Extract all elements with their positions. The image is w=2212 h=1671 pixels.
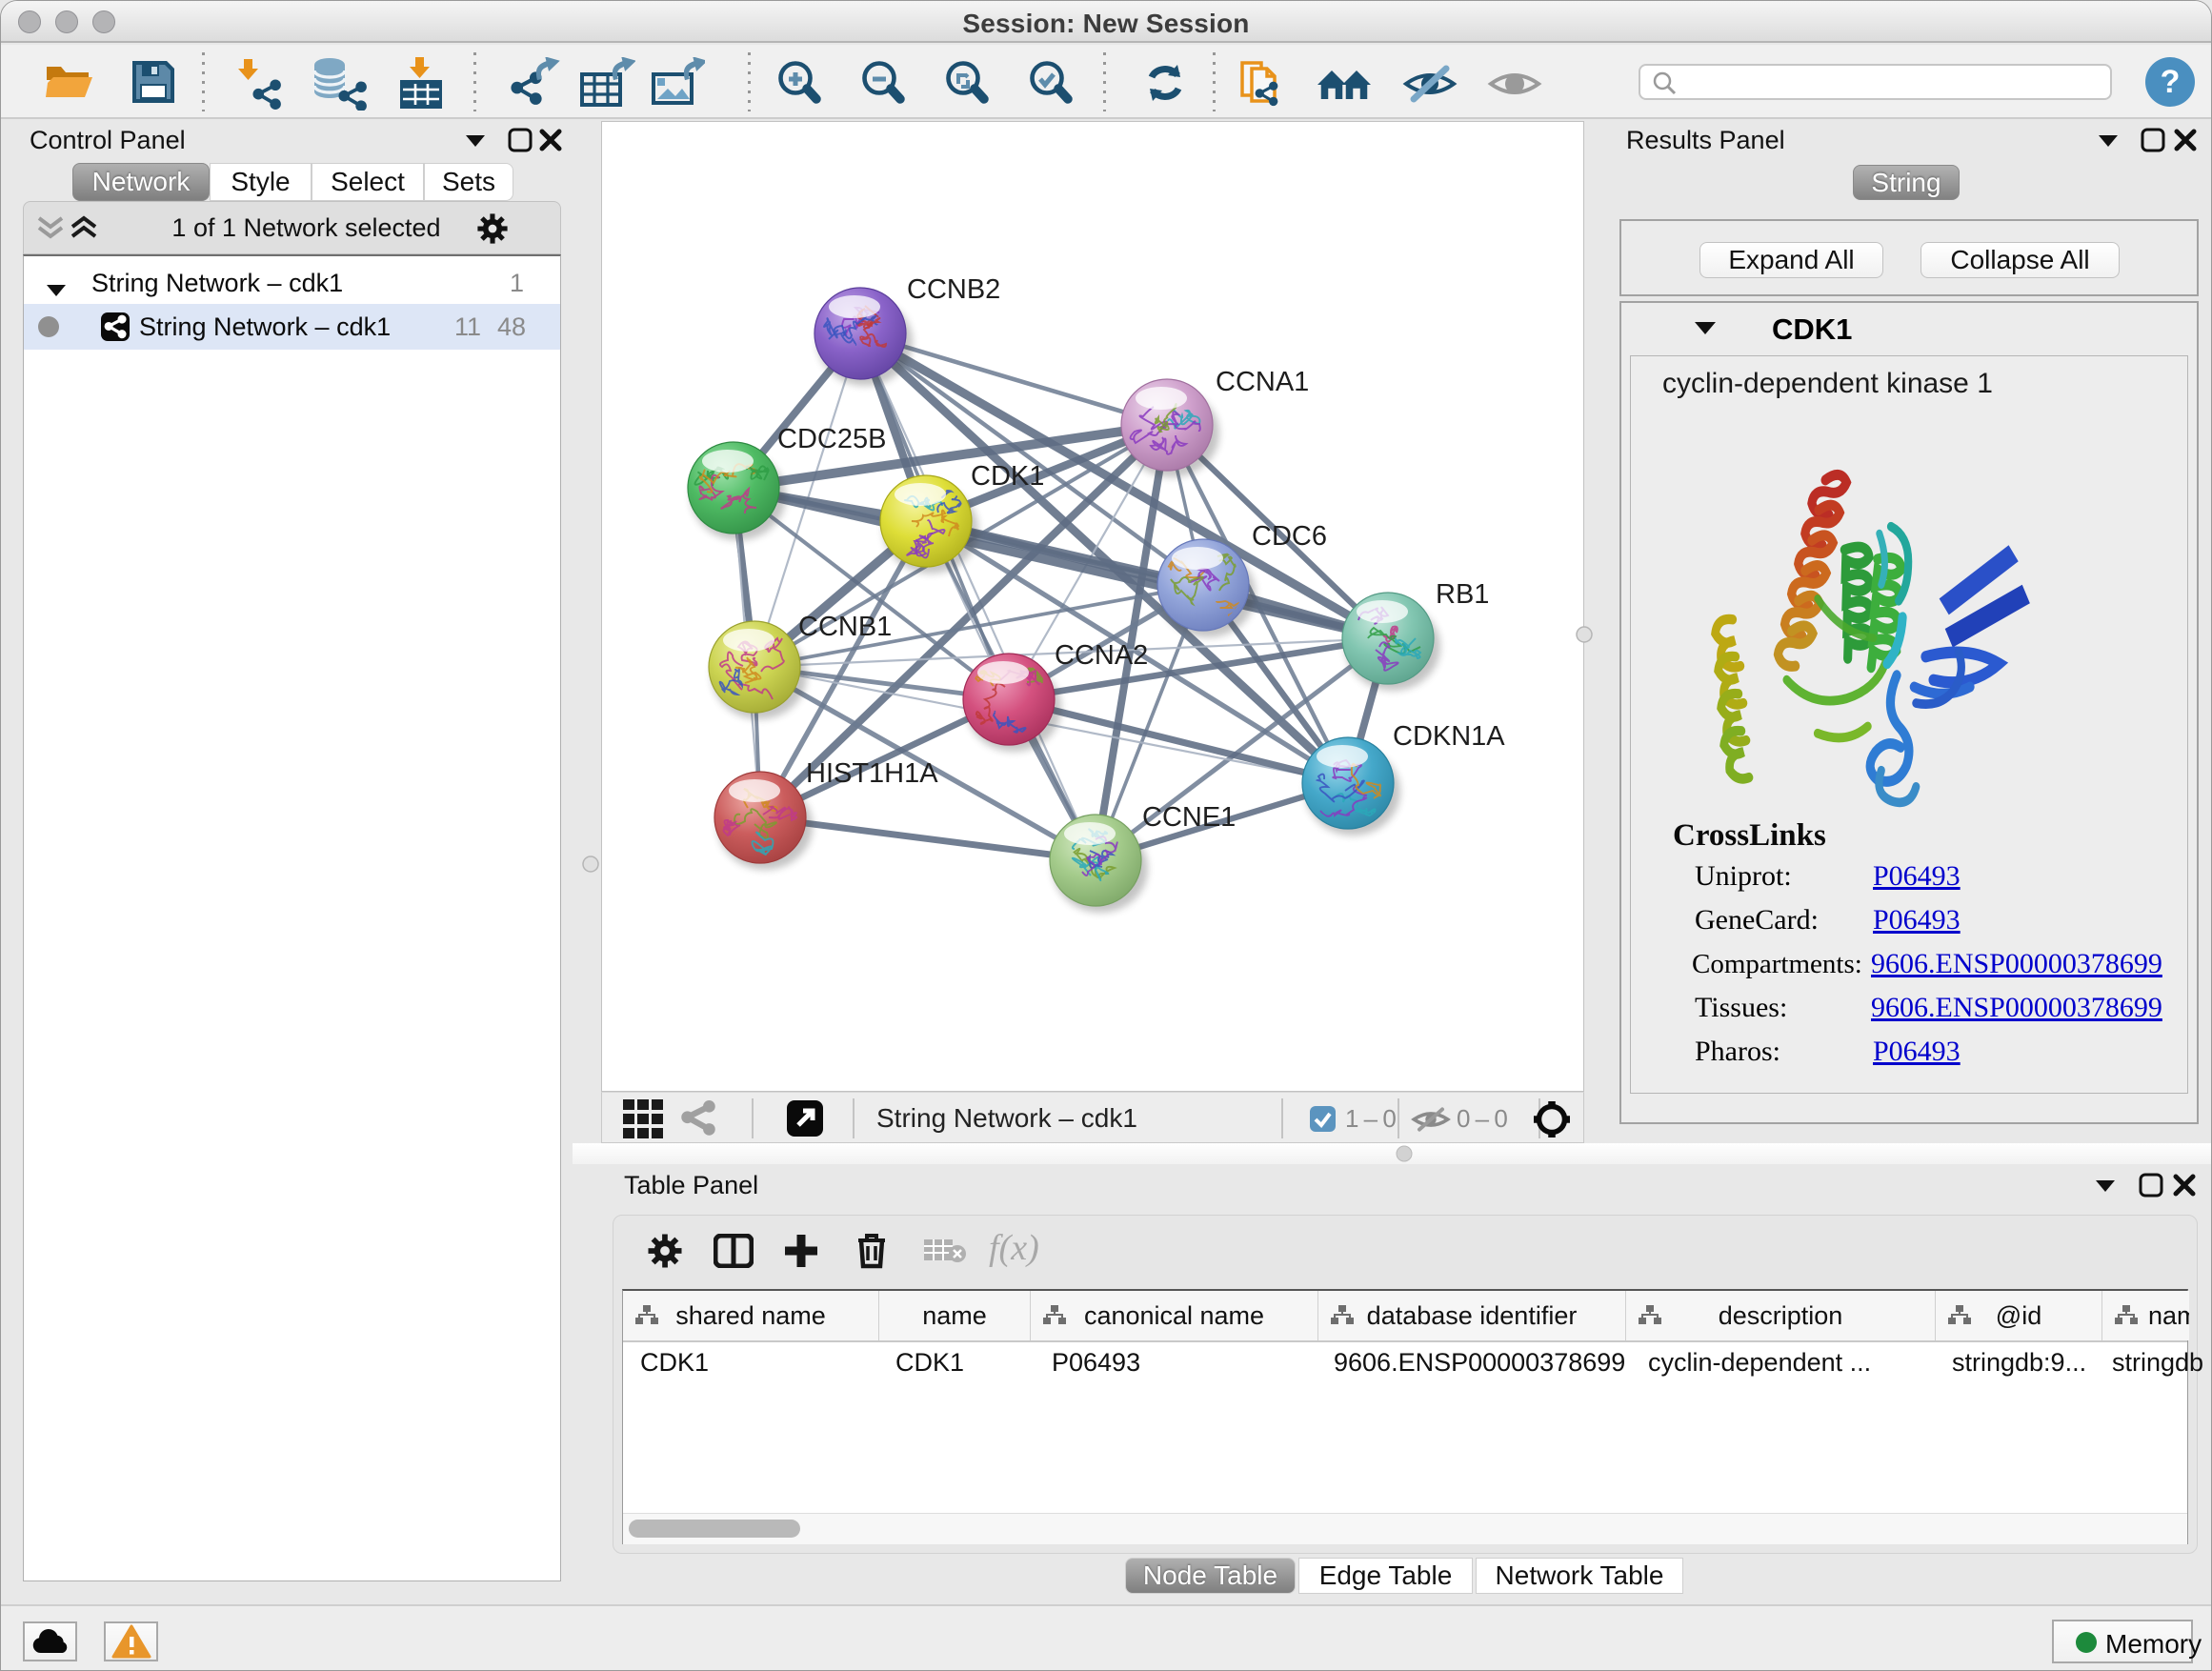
svg-text:CDC25B: CDC25B — [777, 424, 886, 454]
svg-text:CCNA1: CCNA1 — [1216, 367, 1309, 397]
svg-text:CCNA2: CCNA2 — [1055, 640, 1148, 671]
svg-text:CCNB1: CCNB1 — [798, 612, 892, 642]
svg-text:CDK1: CDK1 — [971, 461, 1044, 492]
svg-text:HIST1H1A: HIST1H1A — [806, 758, 938, 789]
svg-text:CDC6: CDC6 — [1252, 521, 1327, 552]
svg-text:RB1: RB1 — [1436, 579, 1489, 610]
svg-text:CDKN1A: CDKN1A — [1393, 721, 1505, 752]
svg-text:CCNB2: CCNB2 — [907, 274, 1000, 305]
svg-text:CCNE1: CCNE1 — [1142, 802, 1236, 833]
